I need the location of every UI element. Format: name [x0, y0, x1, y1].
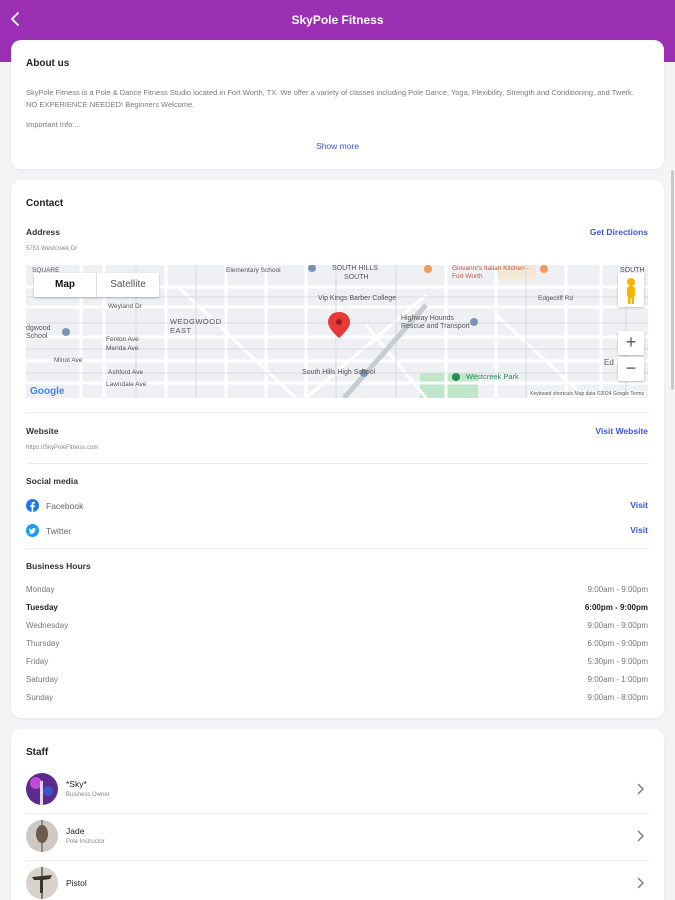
map-label-giovanni: Giovanni's Italian Kitchen - Fort Worth [452, 265, 529, 280]
map-label-elementary: Elementary School [226, 267, 281, 274]
business-hours-label: Business Hours [26, 561, 91, 571]
staff-card: Staff *Sky* Business Owner Jade Pole Ins [11, 729, 664, 900]
google-logo: Google [30, 386, 65, 397]
hours-time: 9:00am - 9:00pm [587, 585, 648, 594]
avatar [26, 820, 58, 852]
staff-name: *Sky* [66, 779, 87, 789]
hours-day: Saturday [26, 675, 59, 684]
avatar [26, 773, 58, 805]
page-title: SkyPole Fitness [291, 13, 384, 27]
contact-title: Contact [26, 198, 64, 209]
map-label-ed: Ed [604, 358, 614, 367]
chevron-right-icon [637, 830, 644, 842]
divider [26, 412, 649, 413]
map-label-edgecliff: Edgecliff Rd [538, 295, 573, 302]
hours-day: Tuesday [26, 603, 58, 612]
map-tab[interactable]: Map [34, 273, 96, 297]
facebook-label: Facebook [46, 500, 84, 511]
social-facebook: Facebook [26, 499, 83, 512]
map-label-south-hills-high: South Hills High School [302, 369, 376, 376]
about-card: About us SkyPole Fitness is a Pole & Dan… [11, 40, 664, 169]
chevron-right-icon [637, 783, 644, 795]
street-view-pegman-icon[interactable] [618, 273, 644, 307]
map-attribution[interactable]: Keyboard shortcuts Map data ©2024 Google… [528, 391, 646, 397]
website-value: https://SkyPoleFitness.com [26, 445, 99, 451]
staff-role: Business Owner [66, 792, 110, 798]
hours-day: Sunday [26, 693, 54, 702]
social-twitter: Twitter [26, 524, 71, 537]
map-label-westcreek-park: Westcreek Park [466, 372, 519, 381]
address-label: Address [26, 227, 61, 237]
show-more-button[interactable]: Show more [11, 141, 664, 151]
satellite-tab[interactable]: Satellite [96, 273, 159, 297]
zoom-out-button[interactable]: − [618, 357, 644, 381]
location-map[interactable]: SQUARE Elementary School SOUTH HILLS SOU… [26, 265, 648, 398]
divider [26, 463, 649, 464]
map-label-merida: Merida Ave [106, 345, 139, 352]
hours-day: Friday [26, 657, 49, 666]
twitter-icon [26, 524, 39, 537]
hours-time: 9:00am - 8:00pm [587, 693, 648, 702]
facebook-visit-link[interactable]: Visit [630, 500, 648, 510]
get-directions-link[interactable]: Get Directions [590, 227, 648, 237]
hours-time: 5:30pm - 9:00pm [587, 657, 648, 666]
hours-time: 6:00pm - 9:00pm [587, 639, 648, 648]
hours-day: Monday [26, 585, 55, 594]
twitter-visit-link[interactable]: Visit [630, 525, 648, 535]
avatar [26, 867, 58, 899]
twitter-label: Twitter [46, 525, 72, 536]
map-label-south: SOUTH [344, 274, 369, 281]
staff-row[interactable]: *Sky* Business Owner [26, 767, 649, 814]
contact-card: Contact Address 5753 Westcreek Dr Get Di… [11, 180, 664, 718]
map-label-south-hills: SOUTH HILLS [332, 265, 378, 272]
chevron-right-icon [637, 877, 644, 889]
address-value: 5753 Westcreek Dr [26, 246, 78, 252]
map-label-ashford: Ashford Ave [108, 369, 143, 376]
staff-row[interactable]: Pistol [26, 861, 649, 900]
about-title: About us [26, 58, 70, 69]
map-label-fenton: Fenton Ave [106, 336, 139, 343]
staff-name: Jade [66, 826, 85, 836]
divider [26, 548, 649, 549]
map-type-toggle: Map Satellite [34, 273, 159, 297]
map-label-highway-hounds: Highway Hounds Rescue and Transport [401, 315, 470, 330]
map-label-vip-kings: Vip Kings Barber College [318, 295, 397, 302]
map-label-weyland: Weyland Dr [108, 303, 142, 310]
map-label-minot: Minot Ave [54, 357, 83, 364]
social-media-label: Social media [26, 476, 78, 486]
staff-name: Pistol [66, 878, 87, 888]
staff-row[interactable]: Jade Pole Instructor [26, 814, 649, 861]
hours-day: Wednesday [26, 621, 69, 630]
important-info: Important Info:... [26, 120, 81, 129]
map-label-lawndale: Lawndale Ave [106, 381, 147, 388]
visit-website-link[interactable]: Visit Website [595, 426, 648, 436]
staff-role: Pole Instructor [66, 839, 105, 845]
website-label: Website [26, 426, 59, 436]
facebook-icon [26, 499, 39, 512]
map-label-wedgwood: WEDGWOOD EAST [170, 317, 222, 335]
hours-time: 9:00am - 9:00pm [587, 621, 648, 630]
hours-day: Thursday [26, 639, 60, 648]
about-description: SkyPole Fitness is a Pole & Dance Fitnes… [26, 88, 634, 109]
scrollbar[interactable] [671, 170, 674, 390]
map-label-wedgwood-school: dgwood School [26, 325, 51, 340]
zoom-in-button[interactable]: + [618, 331, 644, 355]
staff-title: Staff [26, 747, 49, 758]
hours-time: 6:00pm - 9:00pm [584, 603, 648, 612]
hours-time: 9:00am - 1:00pm [587, 675, 648, 684]
